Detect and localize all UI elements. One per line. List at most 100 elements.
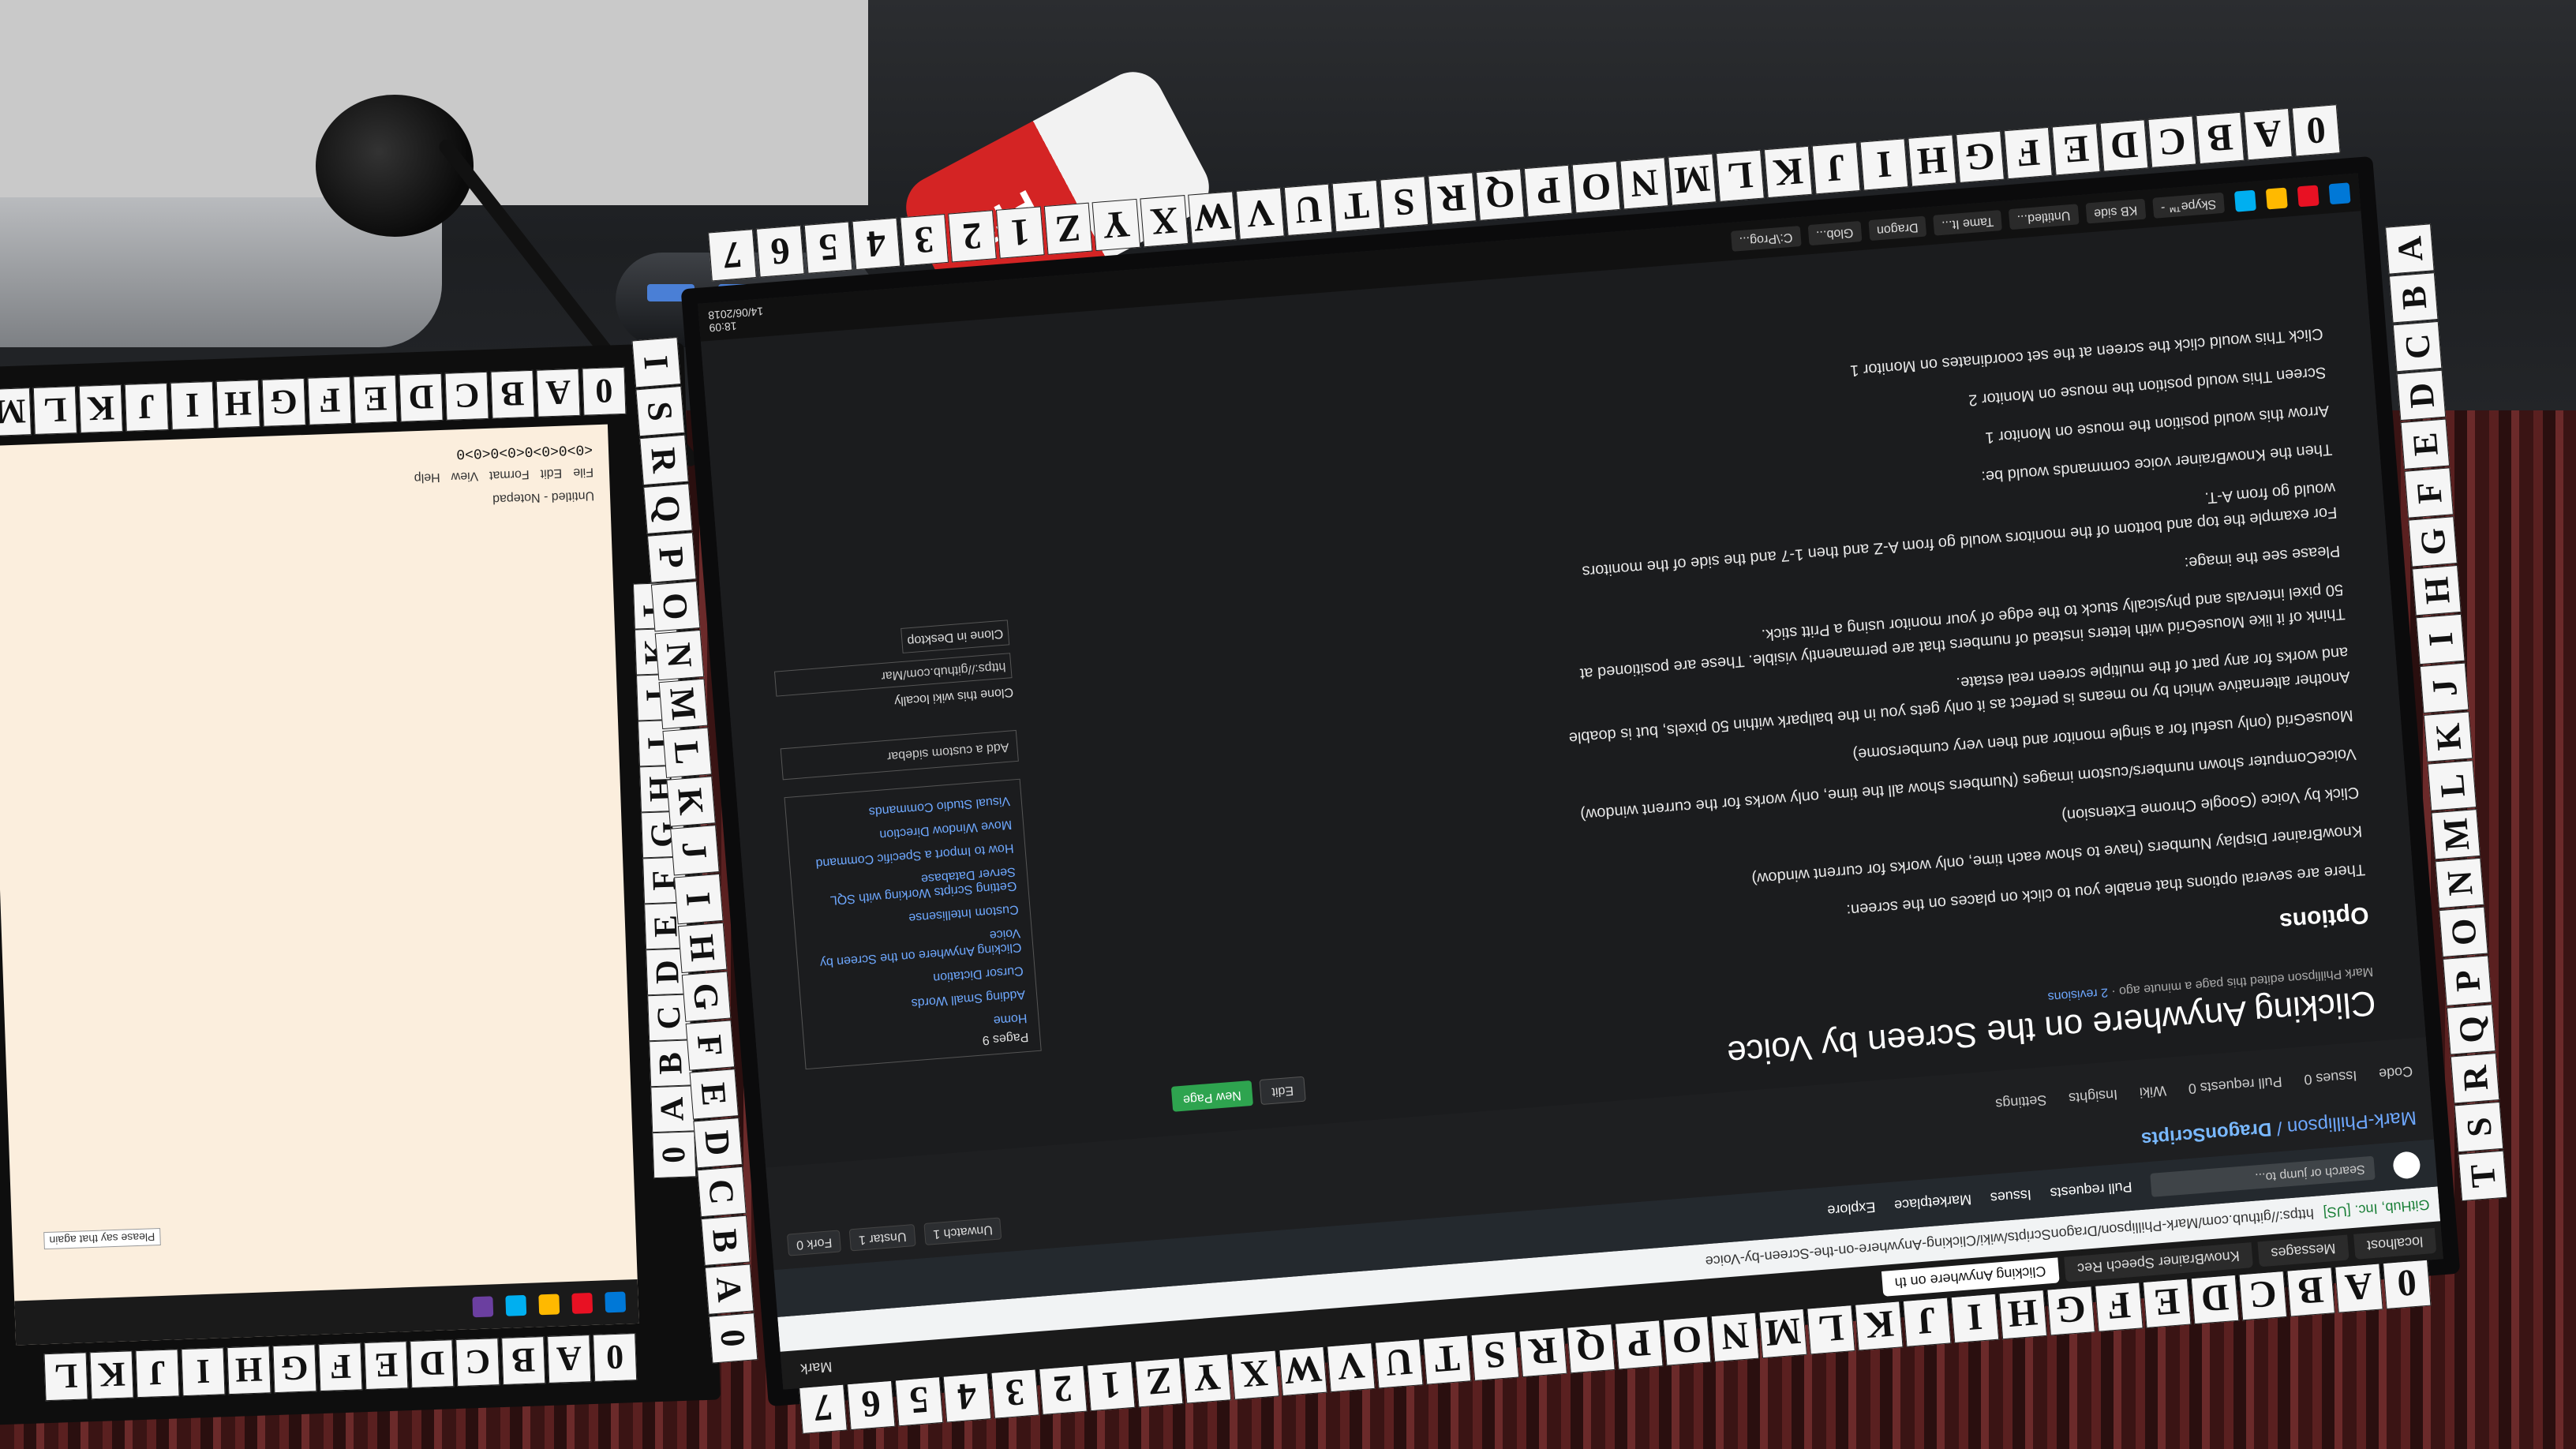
grid-letter-tile: 7 — [708, 229, 757, 282]
clock: 18:09 14/06/2018 — [708, 305, 765, 334]
grid-letter-tile: I — [181, 1347, 226, 1397]
taskbar-app[interactable]: Tame It... — [1933, 210, 2002, 236]
grid-letter-tile: 1 — [1086, 1358, 1136, 1412]
folder-icon[interactable] — [2265, 187, 2288, 210]
grid-letter-tile: L — [1807, 1302, 1855, 1355]
grid-letter-tile: E — [689, 1069, 739, 1120]
skype-icon[interactable] — [505, 1294, 527, 1316]
grid-letter-tile: 3 — [900, 213, 949, 267]
grid-letter-tile: I — [2416, 613, 2466, 665]
tab-localhost[interactable]: localhost — [2353, 1227, 2437, 1260]
menu-format[interactable]: Format — [489, 466, 530, 482]
skype-icon[interactable] — [2233, 189, 2256, 212]
unwatch-button[interactable]: Unwatch 1 — [923, 1217, 1002, 1245]
grid-letter-tile: K — [1854, 1298, 1904, 1351]
taskbar-app[interactable]: Untitled... — [2008, 204, 2080, 230]
grid-letter-tile: N — [1619, 157, 1669, 210]
grid-letter-tile: G — [2408, 516, 2458, 567]
tab-code[interactable]: Code — [2378, 1062, 2413, 1081]
grid-letter-tile: 4 — [942, 1370, 992, 1423]
menu-view[interactable]: View — [451, 468, 478, 483]
unstar-button[interactable]: Unstar 1 — [849, 1223, 916, 1252]
taskbar-app[interactable]: Glob... — [1807, 221, 1863, 246]
start-icon[interactable] — [2328, 182, 2351, 205]
grid-letter-tile: F — [2404, 467, 2454, 519]
tab-insights[interactable]: Insights — [2068, 1086, 2117, 1106]
grid-letter-tile: T — [2458, 1150, 2508, 1202]
grid-letter-tile: I — [170, 381, 215, 430]
repo-name-link[interactable]: DragonScripts — [2140, 1118, 2272, 1150]
edit-button[interactable]: Edit — [1259, 1076, 1307, 1106]
grid-letter-tile: O — [1571, 160, 1621, 214]
browser-user[interactable]: Mark — [787, 1353, 845, 1383]
left-monitor: 245wg 0ABCDEFGHIJKLM LKJIHGFEDCBA0 Pleas… — [0, 343, 721, 1425]
revisions-link[interactable]: 2 revisions — [2047, 985, 2109, 1003]
fork-button[interactable]: Fork 0 — [786, 1230, 842, 1256]
nav-issues[interactable]: Issues — [1990, 1186, 2031, 1206]
taskbar-app[interactable]: Skype™ - — [2152, 192, 2226, 219]
grid-letter-tile: K — [89, 1350, 134, 1400]
taskbar-app[interactable]: Dragon — [1868, 215, 1927, 242]
menu-help[interactable]: Help — [414, 470, 440, 485]
grid-letter-tile: Y — [1091, 198, 1141, 252]
grid-letter-tile: A — [547, 1335, 592, 1383]
grid-letter-tile: P — [2443, 955, 2492, 1006]
menu-file[interactable]: File — [573, 464, 593, 479]
grid-letter-tile: S — [1380, 176, 1429, 229]
tab-issues[interactable]: Issues 0 — [2304, 1067, 2357, 1088]
nav-pull-requests[interactable]: Pull requests — [2050, 1178, 2132, 1201]
grid-letter-tile: L — [662, 727, 712, 778]
taskbar-app[interactable]: KB side — [2085, 198, 2147, 224]
grid-letter-tile: W — [1188, 191, 1237, 244]
github-logo-icon[interactable] — [2392, 1151, 2421, 1180]
menu-edit[interactable]: Edit — [540, 466, 562, 481]
grid-letter-tile: E — [2142, 1275, 2192, 1328]
grid-letter-tile: F — [307, 376, 352, 425]
tab-settings[interactable]: Settings — [1995, 1091, 2047, 1112]
grid-letter-tile: Q — [1567, 1321, 1616, 1374]
app-icon[interactable] — [472, 1296, 494, 1318]
tab-pull-requests[interactable]: Pull requests 0 — [2188, 1073, 2282, 1096]
grid-letter-tile: O — [650, 581, 701, 632]
notepad-text[interactable]: <0>0<0>0<0>0<0>0 — [456, 440, 593, 461]
grid-letter-tile: K — [2423, 711, 2473, 762]
grid-letter-tile: I — [1950, 1290, 2000, 1344]
notepad-menu: File Edit Format View Help — [414, 464, 593, 485]
folder-icon[interactable] — [538, 1294, 560, 1316]
grid-letter-tile: M — [2431, 809, 2481, 860]
grid-letter-tile: G — [261, 377, 306, 427]
app-icon[interactable] — [2297, 185, 2320, 208]
start-icon[interactable] — [605, 1291, 627, 1313]
pages-count: 9 — [982, 1032, 990, 1047]
nav-marketplace[interactable]: Marketplace — [1893, 1191, 1972, 1214]
tab-messages[interactable]: Messages — [2257, 1234, 2349, 1267]
grid-letter-tile: B — [2196, 111, 2245, 165]
grid-letter-tile: R — [2450, 1053, 2500, 1104]
repo-owner-link[interactable]: Mark-Phillipson — [2286, 1106, 2417, 1138]
clone-desktop-button[interactable]: Clone in Desktop — [900, 620, 1010, 653]
nav-explore[interactable]: Explore — [1827, 1199, 1876, 1219]
add-sidebar-button[interactable]: Add a custom sidebar — [780, 729, 1019, 781]
grid-letter-tile: B — [501, 1336, 546, 1385]
pages-label: Pages — [992, 1029, 1029, 1046]
grid-letter-tile: T — [1331, 179, 1381, 233]
tab-wiki[interactable]: Wiki — [2139, 1082, 2166, 1101]
grid-letter-tile: 0 — [708, 1312, 758, 1364]
grid-letter-tile: 1 — [995, 206, 1045, 259]
grid-letter-tile: I — [674, 873, 724, 925]
grid-letter-tile: H — [2412, 564, 2462, 616]
grid-letter-tile: K — [1763, 145, 1813, 199]
search-input[interactable]: Search or jump to... — [2150, 1155, 2376, 1197]
grid-letter-tile: 0 — [2382, 1256, 2432, 1309]
app-icon[interactable] — [571, 1292, 593, 1314]
grid-letter-tile: 0 — [593, 1333, 638, 1382]
tab-clicking-anywhere[interactable]: Clicking Anywhere on th — [1881, 1257, 2060, 1297]
grid-letter-tile: 0 — [582, 366, 627, 416]
wiki-sidebar: Pages 9 Home Adding Small Words Cursor Dic… — [772, 620, 1042, 1070]
grid-letter-tile: F — [685, 1020, 736, 1071]
grid-letter-tile: E — [364, 1341, 409, 1391]
taskbar-app[interactable]: C:\Prog... — [1730, 226, 1802, 252]
left-screen: Please say that again Untitled - Notepad… — [0, 424, 639, 1346]
grid-letter-tile: D — [399, 373, 444, 422]
pages-list: Home Adding Small Words Cursor Dictation Cl… — [796, 788, 1028, 1046]
